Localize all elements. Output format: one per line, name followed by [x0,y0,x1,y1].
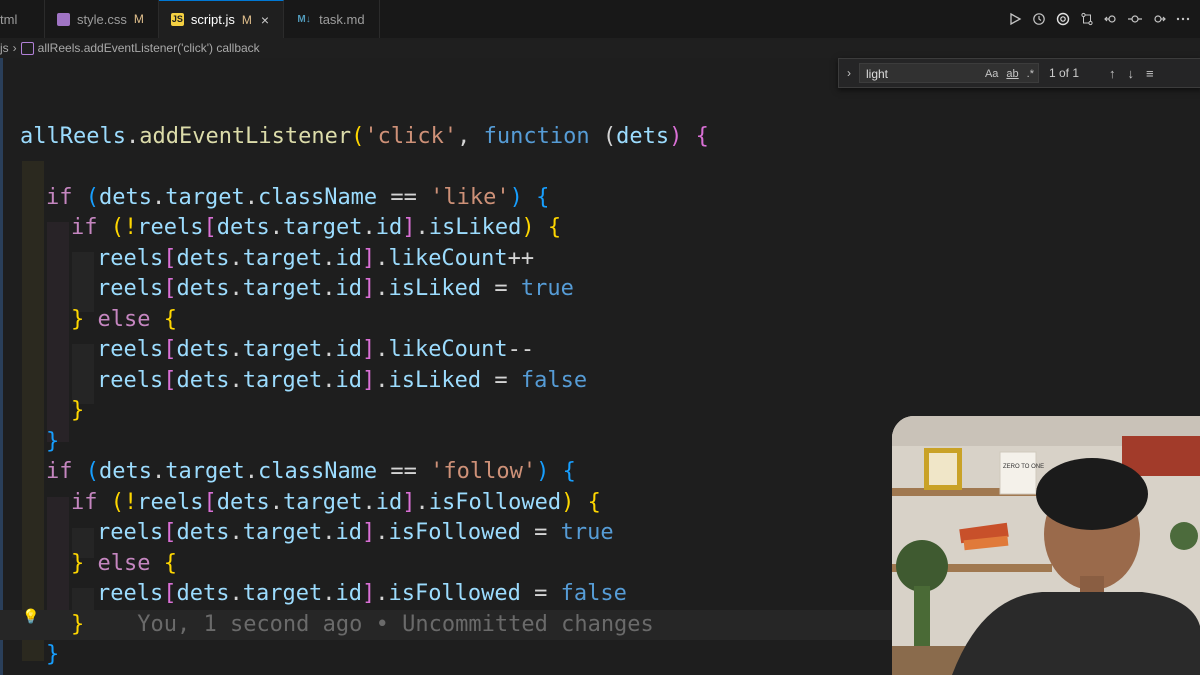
arrow-down-icon[interactable]: ↓ [1128,66,1135,81]
run-icon[interactable] [1008,12,1022,26]
arrow-up-icon[interactable]: ↑ [1109,66,1116,81]
webcam-image: ZERO TO ONE [892,416,1200,675]
match-case-icon[interactable]: Aa [985,64,998,84]
regex-icon[interactable]: .* [1027,64,1034,84]
find-query: light [866,67,889,81]
code-line: reels[dets.target.id].likeCount++ [97,246,535,271]
code-line: } You, 1 second ago • Uncommitted change… [71,612,654,637]
breadcrumb-file[interactable]: js [0,41,9,55]
code-line: if (dets.target.className == 'like') { [46,185,550,210]
indent-guide [22,161,44,661]
git-blame-annotation: You, 1 second ago • Uncommitted changes [137,612,654,637]
css-file-icon [57,12,70,26]
chevron-right-icon[interactable]: › [839,66,859,80]
modified-indicator: M [241,12,252,27]
code-line: } [46,642,60,667]
code-line: reels[dets.target.id].isLiked = false [97,368,588,393]
tab-html[interactable]: tml [0,0,45,38]
tab-style-css[interactable]: style.css M [45,0,159,38]
code-line: } else { [71,307,177,332]
find-result-count: 1 of 1 [1049,66,1080,80]
history-icon[interactable] [1032,12,1046,26]
code-line: reels[dets.target.id].isFollowed = true [97,520,614,545]
find-input[interactable]: light Aa ab .* [859,63,1039,83]
editor-actions [1008,0,1190,38]
indent-guide [72,344,94,404]
tab-label: script.js [190,12,235,27]
circle-icon[interactable] [1128,12,1142,26]
indent-guide [72,252,94,312]
tab-label: task.md [319,11,365,27]
webcam-overlay: ZERO TO ONE [892,416,1200,675]
whole-word-icon[interactable]: ab [1006,64,1018,84]
code-line: } [46,429,60,454]
tab-script-js[interactable]: JS script.js M × [158,0,285,38]
code-line: if (!reels[dets.target.id].isFollowed) { [71,490,601,515]
close-icon[interactable]: × [261,12,269,28]
menu-icon[interactable]: ≡ [1146,66,1154,81]
indent-guide [47,222,69,442]
openai-icon[interactable] [1056,12,1070,26]
book-title: ZERO TO ONE [1003,464,1044,470]
back-icon[interactable] [1104,12,1118,26]
js-file-icon: JS [170,13,184,26]
git-change-bar [0,58,3,675]
modified-indicator: M [133,12,144,26]
code-line: } [71,398,85,423]
indent-guide [47,497,69,627]
code-line: } else { [71,551,177,576]
find-widget: › light Aa ab .* 1 of 1 ↑ ↓ ≡ [838,58,1200,88]
tab-task-md[interactable]: M↓ task.md [284,0,380,38]
code-line: reels[dets.target.id].likeCount-- [97,337,535,362]
tab-bar: tml style.css M JS script.js M × M↓ task… [0,0,1200,39]
breadcrumb-separator: › [12,41,17,55]
lightbulb-icon[interactable]: 💡 [22,608,39,625]
tab-label: tml [0,11,18,27]
code-line: allReels.addEventListener('click', funct… [20,124,709,149]
tab-label: style.css [77,11,127,27]
more-icon[interactable] [1176,12,1190,26]
breadcrumb-symbol[interactable]: allReels.addEventListener('click') callb… [38,41,260,55]
breadcrumb: js › allReels.addEventListener('click') … [0,38,1200,58]
compare-icon[interactable] [1080,12,1094,26]
code-line: if (dets.target.className == 'follow') { [46,459,576,484]
markdown-file-icon: M↓ [297,13,311,25]
code-line: if (!reels[dets.target.id].isLiked) { [71,215,562,240]
forward-icon[interactable] [1152,12,1166,26]
code-line: reels[dets.target.id].isFollowed = false [97,581,627,606]
code-line: reels[dets.target.id].isLiked = true [97,276,574,301]
method-icon [20,41,34,55]
